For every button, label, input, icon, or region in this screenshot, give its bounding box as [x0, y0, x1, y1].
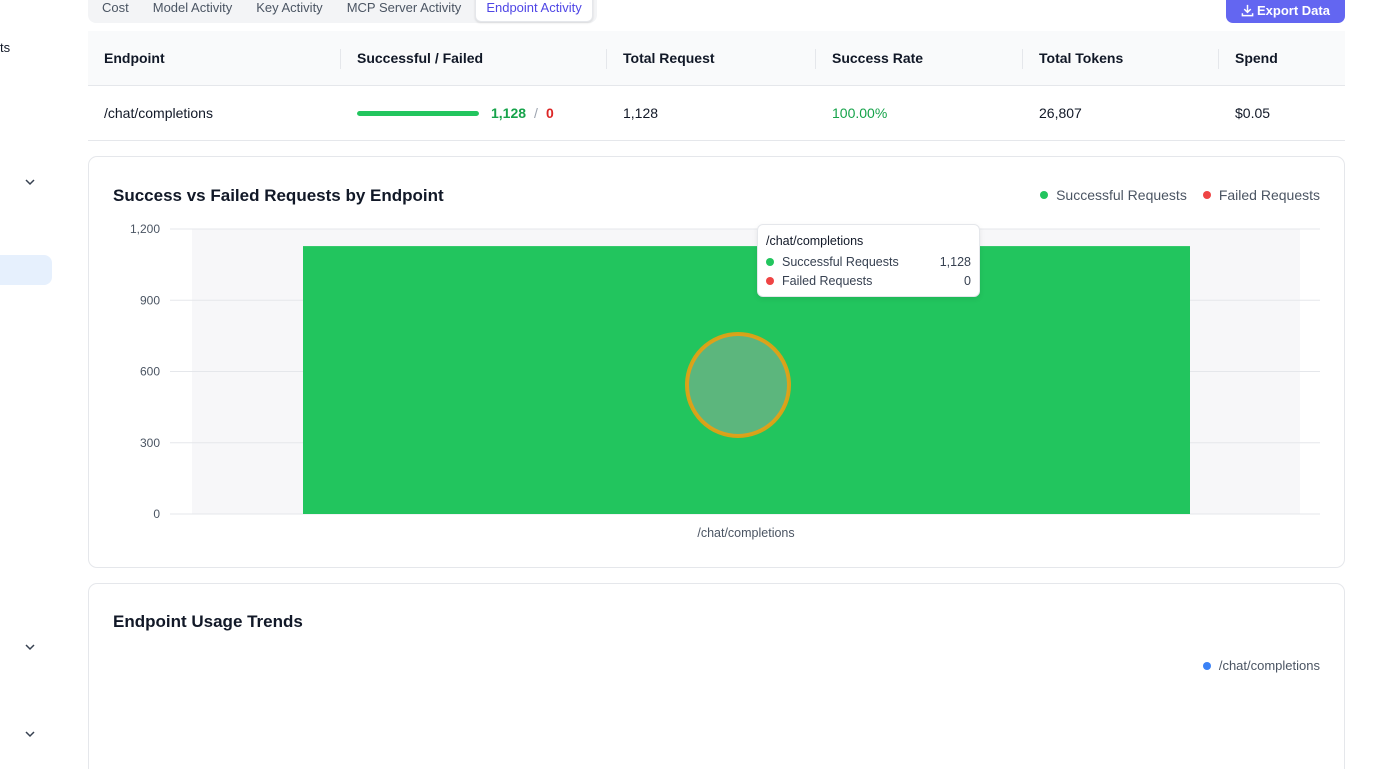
tooltip-row-successful: Successful Requests 1,128: [766, 252, 971, 271]
x-tick-label: /chat/completions: [697, 526, 794, 540]
usage-trends-card: Endpoint Usage Trends /chat/completions: [88, 583, 1345, 769]
y-tick-label: 600: [140, 365, 160, 379]
y-tick-label: 300: [140, 436, 160, 450]
trends-title: Endpoint Usage Trends: [113, 612, 303, 631]
tooltip-value: 0: [964, 273, 971, 288]
chart-tooltip: /chat/completions Successful Requests 1,…: [757, 224, 980, 297]
legend-label: /chat/completions: [1218, 658, 1320, 673]
trends-legend: /chat/completions: [1202, 658, 1320, 673]
cursor-highlight: [685, 332, 791, 438]
tooltip-value: 1,128: [939, 254, 971, 269]
tooltip-label: Failed Requests: [782, 273, 873, 288]
tooltip-row-failed: Failed Requests 0: [766, 271, 971, 290]
legend-dot-blue: [1202, 661, 1211, 670]
tooltip-label: Successful Requests: [782, 254, 899, 269]
y-tick-label: 1,200: [130, 222, 160, 236]
y-tick-label: 0: [153, 507, 160, 521]
legend-item-chat-completions[interactable]: /chat/completions: [1202, 658, 1320, 673]
tooltip-dot-red: [766, 276, 774, 285]
tooltip-title: /chat/completions: [766, 234, 864, 248]
tooltip-dot-green: [766, 257, 774, 266]
y-tick-label: 900: [140, 293, 160, 307]
